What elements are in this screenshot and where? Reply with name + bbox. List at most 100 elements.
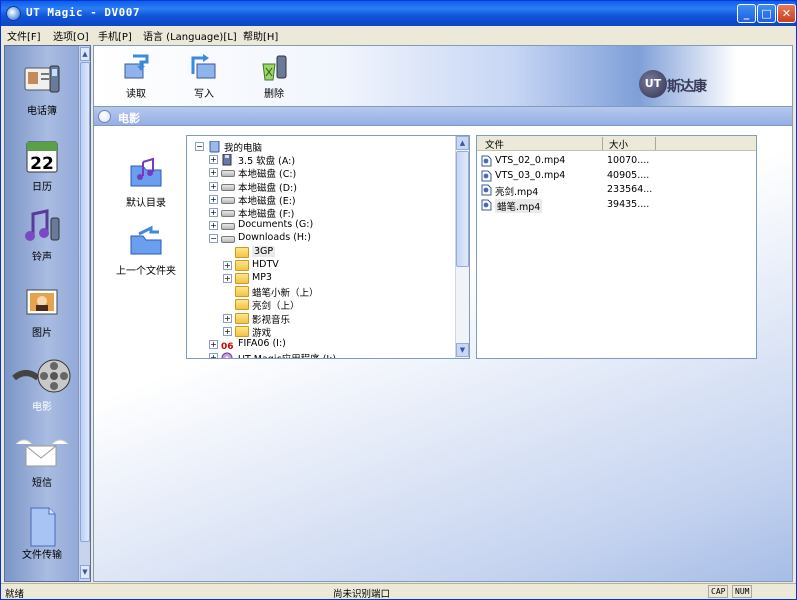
tree-item[interactable]: +3.5 软盘 (A:) bbox=[187, 153, 455, 168]
expand-icon[interactable]: + bbox=[209, 168, 218, 178]
tree-item[interactable]: − Downloads (H:) bbox=[187, 232, 455, 245]
delete-label: 删除 bbox=[264, 89, 284, 100]
tree-item[interactable]: + 本地磁盘 (C:) bbox=[187, 166, 455, 180]
tree-item[interactable]: + 本地磁盘 (E:) bbox=[187, 193, 455, 207]
tree-item[interactable]: − 我的电脑 bbox=[187, 140, 455, 154]
file-size: 10070.... bbox=[607, 155, 650, 166]
default-dir-button[interactable]: 默认目录 bbox=[106, 156, 186, 209]
tree-item[interactable]: + Documents (G:) bbox=[187, 219, 455, 232]
sidebar-item-calendar[interactable]: 22 日历 bbox=[5, 138, 79, 193]
sidebar-scrollbar[interactable]: ▲ ▼ bbox=[78, 46, 90, 581]
expand-icon[interactable]: + bbox=[209, 181, 218, 191]
scroll-down-arrow[interactable]: ▼ bbox=[80, 565, 90, 579]
read-button[interactable]: 读取 bbox=[116, 54, 156, 100]
menu-bar: 文件[F] 选项[O] 手机[P] 语言 (Language)[L] 帮助[H] bbox=[1, 26, 796, 43]
tree-item-label: 3GP bbox=[252, 245, 276, 257]
tree-item[interactable]: + UT Magic应用程序 (J:) bbox=[187, 351, 455, 358]
tree-item[interactable]: + 本地磁盘 (D:) bbox=[187, 180, 455, 194]
expand-icon[interactable]: + bbox=[223, 260, 232, 270]
tree-item[interactable]: + 影视音乐 bbox=[187, 312, 455, 326]
expand-icon[interactable]: + bbox=[209, 353, 218, 358]
maximize-button[interactable]: □ bbox=[757, 4, 776, 23]
menu-language[interactable]: 语言 (Language)[L] bbox=[143, 28, 237, 43]
tree-item[interactable]: + MP3 bbox=[187, 272, 455, 285]
read-label: 读取 bbox=[126, 89, 146, 100]
tree-item[interactable]: 蜡笔小新（上） bbox=[187, 285, 455, 299]
close-button[interactable]: ✕ bbox=[777, 4, 796, 23]
tree-item-label: 游戏 bbox=[252, 327, 272, 339]
file-name: VTS_02_0.mp4 bbox=[495, 155, 566, 166]
file-size: 40905.... bbox=[607, 169, 650, 181]
folder-tree[interactable]: − 我的电脑 +3.5 软盘 (A:) + 本地磁盘 (C:) + 本地磁盘 (D:) + 本地… bbox=[186, 135, 470, 359]
tree-item-label: UT Magic应用程序 (J:) bbox=[238, 351, 336, 358]
expand-icon[interactable]: + bbox=[223, 274, 232, 283]
collapse-icon[interactable]: − bbox=[195, 142, 204, 151]
sidebar-item-label: 图片 bbox=[32, 328, 52, 339]
file-name: 亮剑.mp4 bbox=[495, 187, 539, 198]
sidebar-item-movie[interactable]: 电影 bbox=[5, 358, 79, 413]
expand-icon[interactable]: + bbox=[209, 208, 218, 217]
file-transfer-icon bbox=[23, 506, 61, 547]
folder-up-icon bbox=[129, 224, 163, 256]
sidebar-item-label: 电话簿 bbox=[27, 106, 57, 117]
scroll-up-arrow[interactable]: ▲ bbox=[80, 47, 90, 61]
expand-icon[interactable]: + bbox=[209, 194, 218, 204]
music-folder-icon bbox=[129, 156, 163, 188]
file-list[interactable]: 文件 大小 VTS_02_0.mp4 10070.... VTS_03_0.mp4 4… bbox=[476, 135, 757, 359]
sidebar-item-sms[interactable]: 短信 bbox=[5, 434, 79, 489]
caps-indicator: CAP bbox=[708, 585, 729, 598]
tree-item-label: 3.5 软盘 (A:) bbox=[238, 156, 296, 168]
tree-item-label: 影视音乐 bbox=[252, 314, 291, 326]
window-title: UT Magic - DV007 bbox=[26, 6, 140, 19]
menu-file[interactable]: 文件[F] bbox=[7, 28, 41, 43]
file-row[interactable]: VTS_02_0.mp4 10070.... bbox=[481, 154, 751, 168]
tree-item-label: 本地磁盘 (F:) bbox=[238, 209, 295, 220]
expand-icon[interactable]: + bbox=[223, 326, 232, 336]
file-row[interactable]: VTS_03_0.mp4 40905.... bbox=[481, 169, 751, 183]
sidebar-item-ringtone[interactable]: 铃声 bbox=[5, 208, 79, 263]
tree-item[interactable]: + HDTV bbox=[187, 259, 455, 272]
app-window: UT Magic - DV007 _ □ ✕ 文件[F] 选项[O] 手机[P]… bbox=[0, 0, 797, 600]
tree-item[interactable]: 3GP bbox=[187, 245, 455, 259]
section-header: 电影 bbox=[94, 106, 792, 126]
svg-text:06: 06 bbox=[221, 342, 234, 351]
calendar-day: 22 bbox=[30, 154, 54, 174]
section-dot-icon bbox=[98, 110, 111, 123]
folder-icon bbox=[235, 246, 249, 258]
file-row[interactable]: 蜡笔.mp4 39435.... bbox=[481, 198, 751, 213]
movie-icon bbox=[12, 358, 72, 394]
expand-icon[interactable]: + bbox=[223, 313, 232, 323]
menu-options[interactable]: 选项[O] bbox=[53, 28, 89, 43]
scroll-down-arrow[interactable]: ▼ bbox=[456, 343, 469, 357]
sidebar-item-label: 短信 bbox=[32, 478, 52, 489]
sidebar-item-file-transfer[interactable]: 文件传输 bbox=[5, 506, 79, 561]
tree-item[interactable]: + 本地磁盘 (F:) bbox=[187, 206, 455, 220]
collapse-icon[interactable]: − bbox=[209, 234, 218, 244]
tree-item[interactable]: + 游戏 bbox=[187, 325, 455, 339]
scroll-up-arrow[interactable]: ▲ bbox=[456, 136, 469, 150]
column-header-size[interactable]: 大小 bbox=[609, 137, 628, 151]
title-bar[interactable]: UT Magic - DV007 _ □ ✕ bbox=[1, 1, 796, 26]
delete-button[interactable]: 删除 bbox=[254, 54, 294, 100]
column-header-file[interactable]: 文件 bbox=[485, 137, 504, 151]
menu-help[interactable]: 帮助[H] bbox=[243, 28, 278, 43]
cd-icon bbox=[221, 352, 235, 358]
tree-scrollbar[interactable]: ▲ ▼ bbox=[455, 136, 469, 358]
sidebar-item-phonebook[interactable]: 电话簿 bbox=[5, 62, 79, 117]
tree-item[interactable]: +06 FIFA06 (I:) bbox=[187, 338, 455, 352]
write-button[interactable]: 写入 bbox=[184, 54, 224, 100]
expand-icon[interactable]: + bbox=[209, 340, 218, 349]
tree-item[interactable]: 亮剑（上） bbox=[187, 298, 455, 312]
sidebar-item-picture[interactable]: 图片 bbox=[5, 284, 79, 339]
expand-icon[interactable]: + bbox=[209, 155, 218, 165]
menu-phone[interactable]: 手机[P] bbox=[98, 28, 132, 43]
sidebar-item-label: 电影 bbox=[32, 402, 52, 413]
app-icon[interactable] bbox=[6, 6, 21, 21]
scroll-thumb[interactable] bbox=[456, 151, 469, 267]
file-row[interactable]: 亮剑.mp4 233564... bbox=[481, 183, 751, 198]
minimize-button[interactable]: _ bbox=[737, 4, 756, 23]
scroll-thumb[interactable] bbox=[80, 62, 90, 542]
fifa-drive-icon: 06 bbox=[221, 339, 235, 352]
parent-dir-button[interactable]: 上一个文件夹 bbox=[106, 224, 186, 277]
expand-icon[interactable]: + bbox=[209, 221, 218, 231]
